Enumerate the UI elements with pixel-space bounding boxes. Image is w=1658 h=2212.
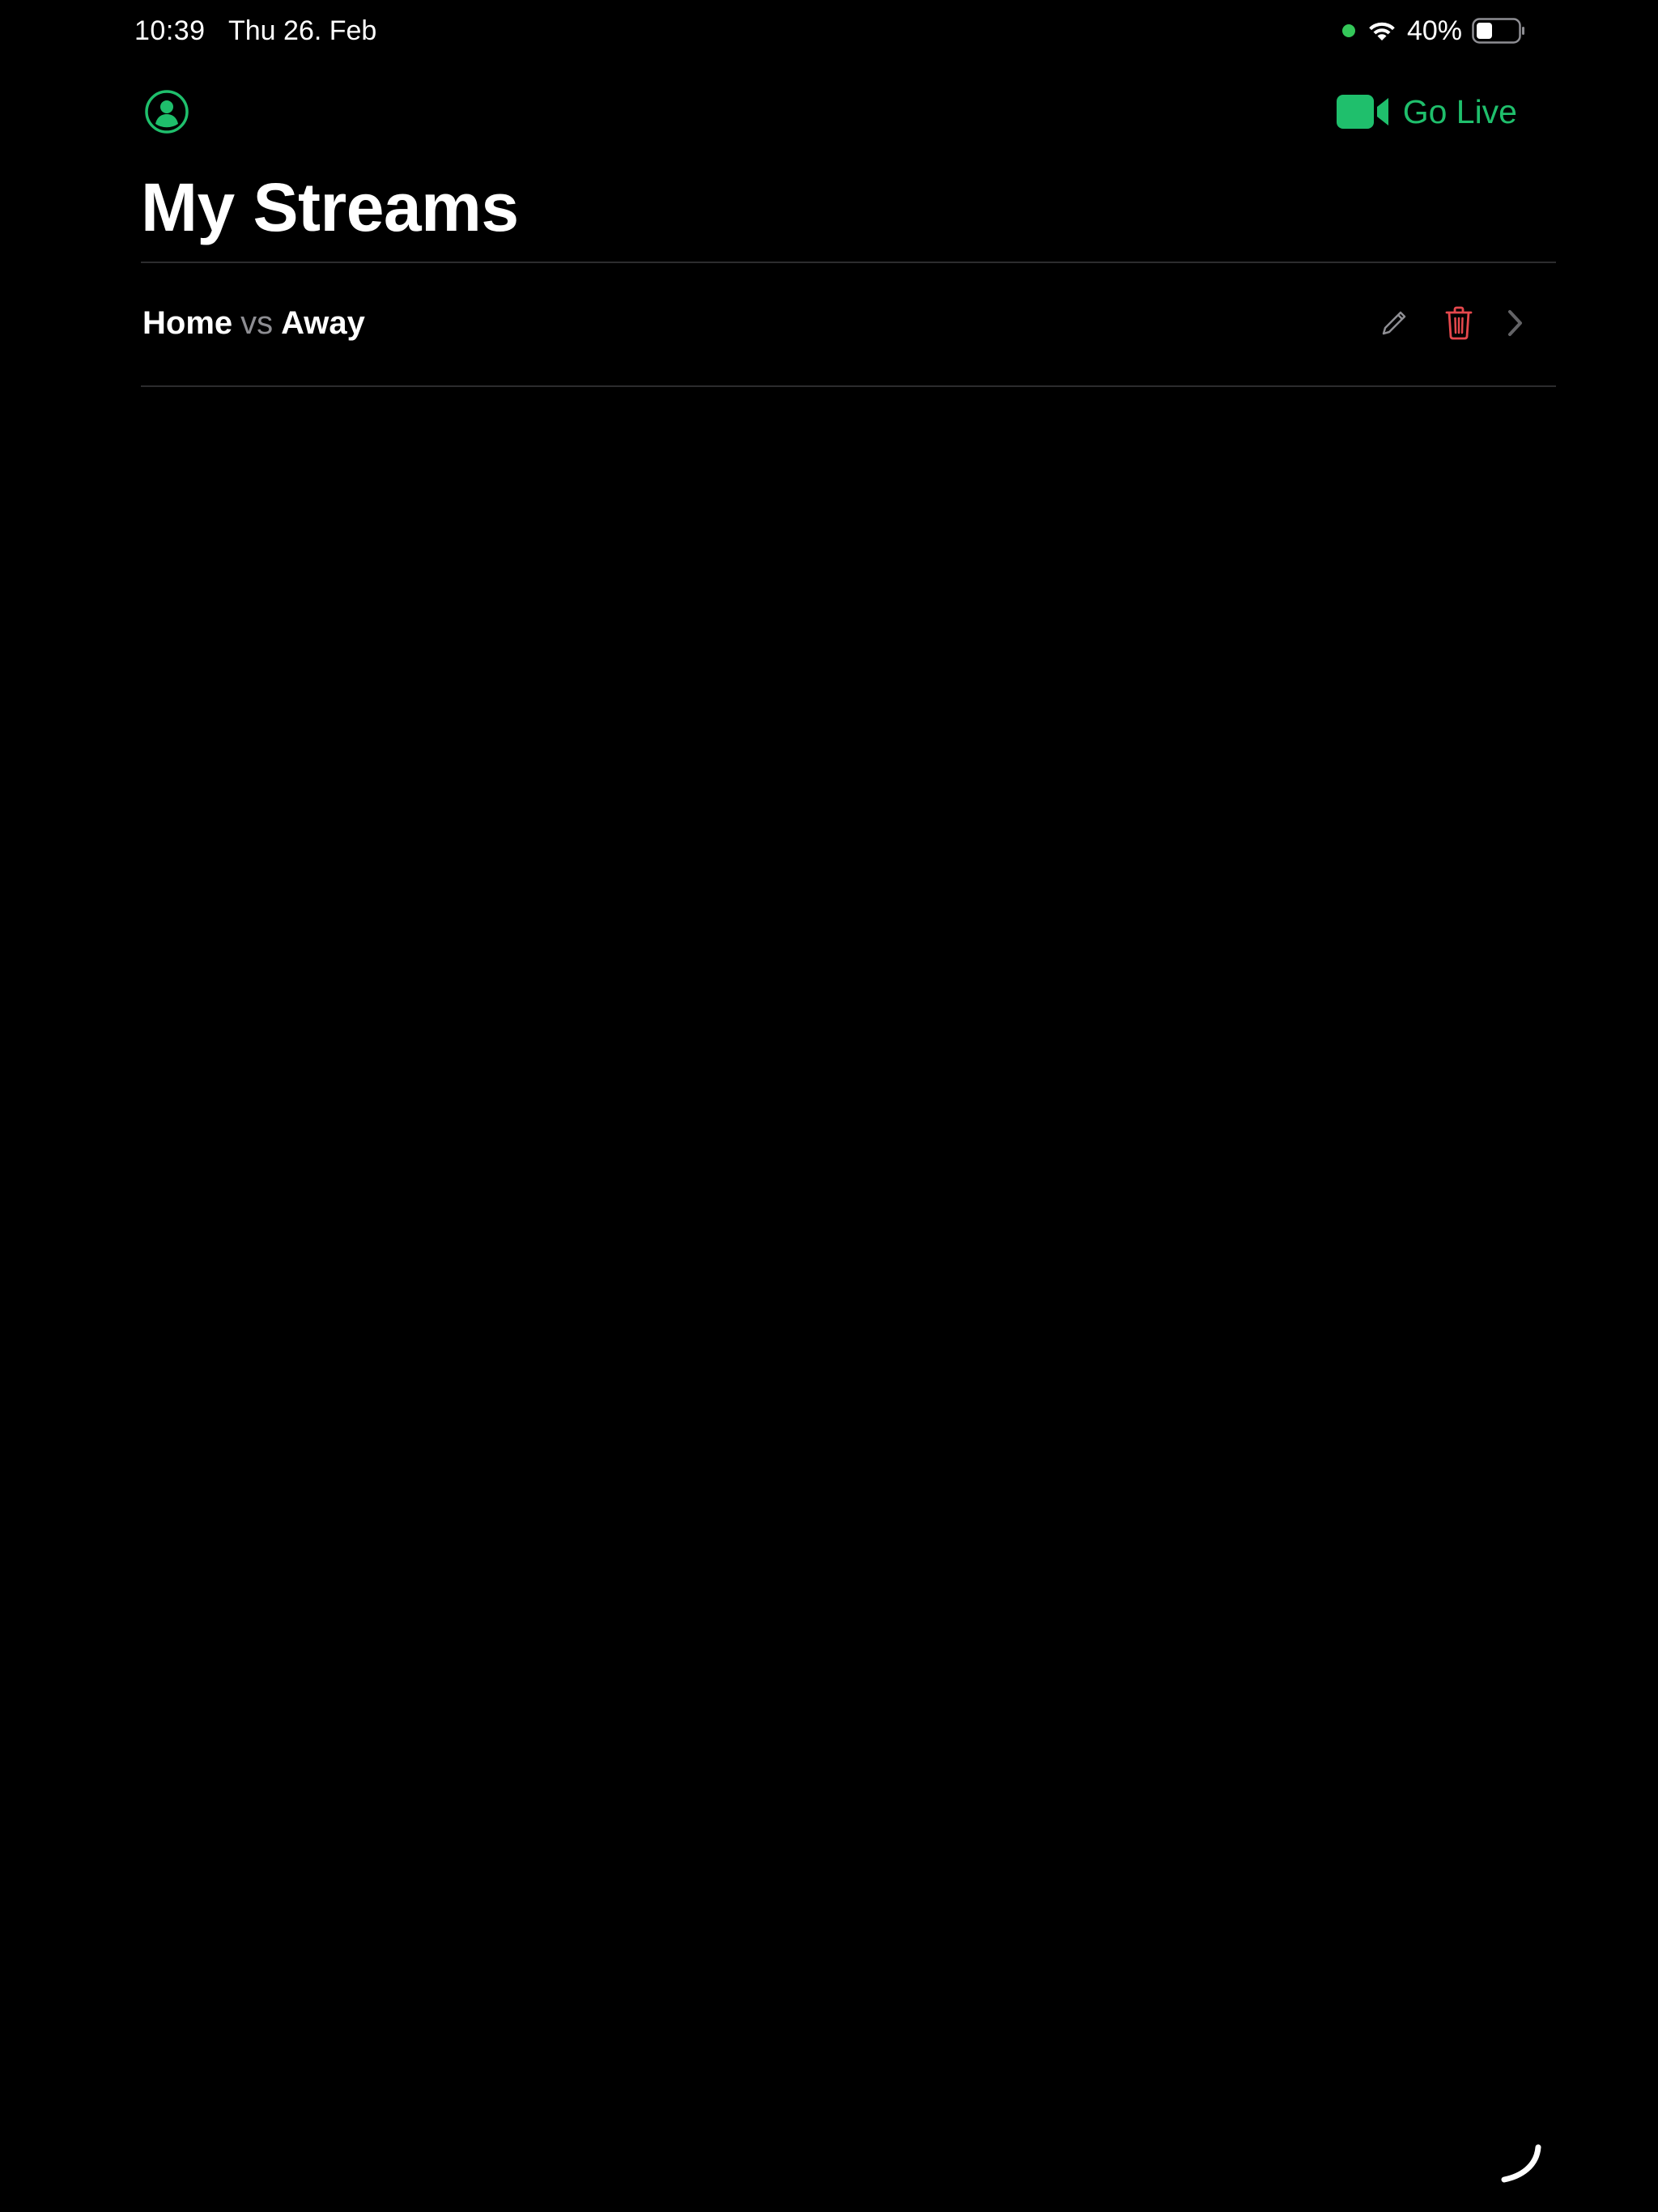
person-circle-icon	[145, 90, 189, 134]
stream-row[interactable]: Home vs Away	[141, 263, 1556, 385]
stream-title: Home vs Away	[142, 300, 365, 346]
list-divider	[141, 385, 1556, 387]
battery-percentage: 40%	[1406, 15, 1462, 46]
status-bar: 10:39 Thu 26. Feb 40%	[0, 0, 1658, 62]
video-camera-icon	[1336, 95, 1388, 129]
status-date: Thu 26. Feb	[228, 15, 377, 46]
corner-gesture-indicator	[1499, 2138, 1548, 2186]
trash-icon	[1445, 306, 1473, 340]
delete-stream-button[interactable]	[1439, 302, 1478, 344]
status-indicators: 40%	[1341, 15, 1525, 47]
page-title: My Streams	[141, 169, 519, 245]
chevron-right-icon	[1503, 304, 1528, 342]
away-team-name: Away	[281, 305, 365, 341]
status-time: 10:39	[134, 15, 206, 46]
profile-button[interactable]	[144, 89, 189, 134]
microphone-indicator-icon	[1341, 24, 1355, 37]
row-actions	[1375, 300, 1528, 346]
battery-icon	[1472, 18, 1525, 44]
edit-stream-button[interactable]	[1375, 304, 1414, 342]
go-live-button[interactable]: Go Live	[1336, 91, 1517, 133]
pencil-icon	[1382, 311, 1406, 335]
go-live-label: Go Live	[1402, 93, 1517, 130]
wifi-icon	[1367, 19, 1397, 43]
vs-label: vs	[240, 305, 274, 341]
home-team-name: Home	[142, 305, 233, 341]
